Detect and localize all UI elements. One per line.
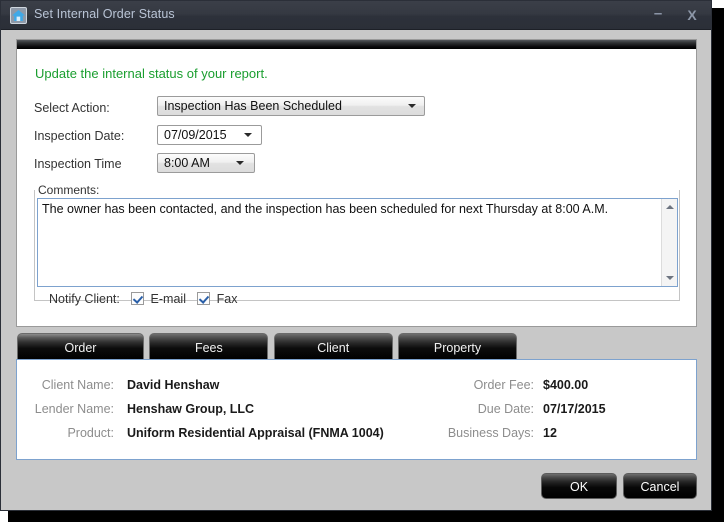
tab-bar: Order Fees Client Property (17, 333, 519, 360)
tab-fees[interactable]: Fees (149, 333, 269, 360)
select-action-label: Select Action: (34, 101, 110, 115)
inspection-time-label: Inspection Time (34, 157, 122, 171)
notify-client-label: Notify Client: (49, 291, 120, 306)
house-icon (10, 7, 27, 24)
client-name-value: David Henshaw (127, 378, 220, 392)
comments-label: Comments: (35, 183, 103, 197)
close-button[interactable]: X (681, 6, 703, 25)
ok-button[interactable]: OK (541, 473, 617, 499)
chevron-down-icon (408, 104, 416, 108)
inspection-date-label: Inspection Date: (34, 129, 125, 143)
window-title: Set Internal Order Status (34, 7, 175, 21)
cancel-button[interactable]: Cancel (623, 473, 697, 499)
notify-email-checkbox[interactable] (131, 292, 145, 306)
chevron-down-icon (236, 161, 244, 165)
product-value: Uniform Residential Appraisal (FNMA 1004… (127, 426, 384, 440)
scroll-down-icon[interactable] (662, 270, 677, 286)
tab-client[interactable]: Client (273, 333, 393, 360)
select-action-dropdown[interactable]: Inspection Has Been Scheduled (157, 96, 425, 116)
status-note: Update the internal status of your repor… (35, 66, 268, 81)
tab-property[interactable]: Property (398, 333, 518, 360)
tab-order[interactable]: Order (17, 333, 144, 360)
due-date-value: 07/17/2015 (543, 402, 606, 416)
status-form-panel: Update the internal status of your repor… (16, 39, 697, 327)
lender-name-label: Lender Name: (34, 402, 114, 416)
title-bar: Set Internal Order Status – X (1, 1, 711, 30)
notify-email-label: E-mail (150, 291, 186, 306)
notify-fax-label: Fax (216, 291, 238, 306)
panel-top-accent-bar (17, 40, 696, 49)
dialog-window: Set Internal Order Status – X Update the… (0, 0, 712, 511)
scroll-up-icon[interactable] (662, 199, 677, 215)
inspection-time-dropdown[interactable]: 8:00 AM (157, 153, 255, 173)
order-fee-label: Order Fee: (473, 378, 534, 392)
minimize-button[interactable]: – (647, 6, 669, 25)
order-details-panel: Client Name: David Henshaw Lender Name: … (16, 359, 697, 460)
inspection-time-value: 8:00 AM (164, 156, 210, 170)
window-shadow-bottom (8, 511, 724, 522)
due-date-label: Due Date: (477, 402, 534, 416)
business-days-value: 12 (543, 426, 557, 440)
product-label: Product: (67, 426, 114, 440)
comments-value: The owner has been contacted, and the in… (42, 202, 609, 216)
client-name-label: Client Name: (41, 378, 114, 392)
notify-fax-checkbox[interactable] (197, 292, 211, 306)
comments-scrollbar[interactable] (661, 199, 677, 286)
inspection-date-dropdown[interactable]: 07/09/2015 (157, 125, 262, 145)
select-action-value: Inspection Has Been Scheduled (164, 99, 342, 113)
lender-name-value: Henshaw Group, LLC (127, 402, 255, 416)
comments-textarea[interactable]: The owner has been contacted, and the in… (37, 198, 678, 287)
chevron-down-icon (244, 133, 252, 137)
notify-client-row: Notify Client: E-mail Fax (49, 291, 238, 307)
business-days-label: Business Days: (447, 426, 534, 440)
window-shadow-right (712, 8, 724, 522)
inspection-date-value: 07/09/2015 (164, 128, 227, 142)
order-fee-value: $400.00 (543, 378, 589, 392)
